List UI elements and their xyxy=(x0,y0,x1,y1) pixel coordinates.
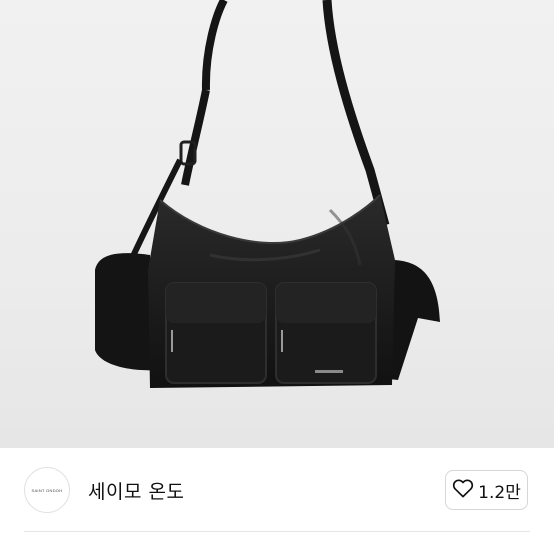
shop-bar: SAINT ONDOH 세이모 온도 1.2만 xyxy=(0,448,554,554)
bag-illustration xyxy=(95,0,440,388)
shop-logo[interactable]: SAINT ONDOH xyxy=(24,467,70,513)
shop-name[interactable]: 세이모 온도 xyxy=(88,477,184,504)
product-image[interactable] xyxy=(0,0,554,448)
like-count: 1.2만 xyxy=(478,482,521,503)
shop-logo-text: SAINT ONDOH xyxy=(31,487,63,493)
like-button[interactable]: 1.2만 xyxy=(445,470,528,510)
divider xyxy=(24,531,530,532)
heart-outline-icon xyxy=(452,478,474,503)
